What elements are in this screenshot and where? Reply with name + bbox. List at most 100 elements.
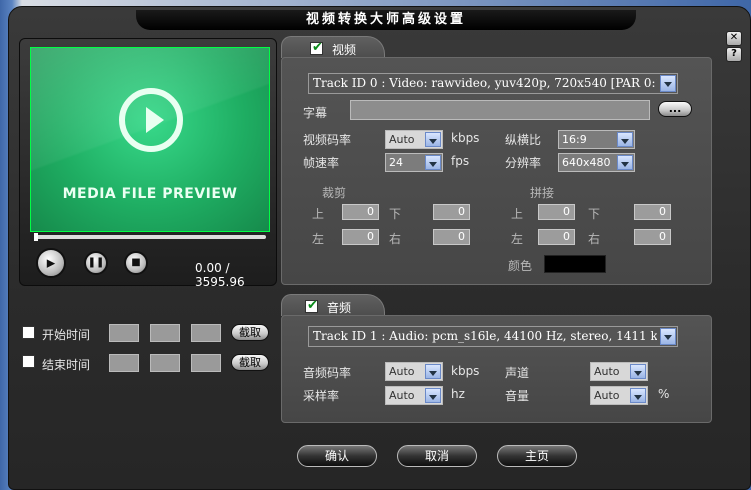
samplerate-select[interactable]: Auto (385, 386, 443, 405)
samplerate-value: Auto (389, 389, 415, 402)
aspect-ratio-value: 16:9 (562, 133, 587, 146)
start-time-checkbox[interactable] (22, 326, 35, 339)
video-track-select[interactable]: Track ID 0 : Video: rawvideo, yuv420p, 7… (308, 73, 678, 94)
aspect-ratio-select[interactable]: 16:9 (558, 130, 635, 149)
close-icon[interactable]: ✕ (726, 31, 742, 46)
time-current: 0.00 (195, 261, 222, 275)
chevron-down-icon[interactable] (425, 132, 441, 147)
start-minute-field[interactable] (150, 324, 180, 342)
end-hour-field[interactable] (109, 354, 139, 372)
pad-left-field[interactable]: 0 (538, 229, 575, 245)
volume-value: Auto (594, 389, 620, 402)
video-bitrate-value: Auto (389, 133, 415, 146)
resolution-label: 分辨率 (505, 156, 542, 170)
time-separator: / (225, 261, 230, 275)
framerate-value: 24 (389, 156, 403, 169)
chevron-down-icon[interactable] (660, 328, 676, 345)
framerate-select[interactable]: 24 (385, 153, 443, 172)
crop-bottom-label: 下 (389, 207, 402, 221)
crop-bottom-field[interactable]: 0 (433, 204, 470, 220)
help-icon[interactable]: ? (726, 47, 742, 62)
window-title: 视频转换大师高级设置 (136, 10, 636, 30)
capture-end-button[interactable]: 截取 (231, 354, 269, 371)
end-time-label: 结束时间 (42, 358, 91, 372)
audio-track-select[interactable]: Track ID 1 : Audio: pcm_s16le, 44100 Hz,… (308, 326, 678, 347)
pad-right-label: 右 (588, 232, 601, 246)
play-button[interactable]: ▶ (36, 248, 66, 278)
chevron-down-icon[interactable] (617, 132, 633, 147)
channels-label: 声道 (505, 366, 530, 380)
pad-left-label: 左 (511, 232, 524, 246)
pad-bottom-label: 下 (588, 207, 601, 221)
chevron-down-icon[interactable] (425, 364, 441, 379)
confirm-button[interactable]: 确认 (297, 445, 377, 467)
pad-right-field[interactable]: 0 (634, 229, 671, 245)
aspect-ratio-label: 纵横比 (505, 133, 542, 147)
stop-icon: ■ (131, 257, 141, 268)
channels-value: Auto (594, 365, 620, 378)
check-icon: ✔ (307, 298, 318, 313)
play-icon: ▶ (46, 256, 56, 270)
samplerate-unit: hz (451, 387, 465, 401)
end-second-field[interactable] (191, 354, 221, 372)
subtitle-browse-button[interactable]: ... (658, 101, 692, 117)
seek-bar[interactable] (34, 233, 266, 241)
seek-knob[interactable] (34, 233, 38, 241)
start-second-field[interactable] (191, 324, 221, 342)
play-overlay-icon[interactable] (119, 88, 183, 152)
chevron-down-icon[interactable] (617, 155, 633, 170)
subtitle-path-field[interactable] (350, 100, 650, 120)
pad-color-label: 颜色 (508, 259, 533, 273)
resolution-value: 640x480 (562, 156, 611, 169)
time-readout: 0.00 / 3595.96 (195, 261, 276, 289)
chevron-down-icon[interactable] (630, 388, 646, 403)
volume-select[interactable]: Auto (590, 386, 648, 405)
chevron-down-icon[interactable] (660, 75, 676, 92)
resolution-select[interactable]: 640x480 (558, 153, 635, 172)
tab-video[interactable]: ✔ 视频 (281, 36, 385, 58)
subtitle-label: 字幕 (303, 106, 328, 120)
chevron-down-icon[interactable] (425, 388, 441, 403)
chevron-down-icon[interactable] (425, 155, 441, 170)
framerate-unit: fps (451, 154, 470, 168)
crop-label: 裁剪 (322, 186, 347, 200)
start-hour-field[interactable] (109, 324, 139, 342)
end-time-checkbox[interactable] (22, 355, 35, 368)
end-minute-field[interactable] (150, 354, 180, 372)
crop-top-label: 上 (312, 207, 325, 221)
audio-tab-label: 音频 (327, 301, 352, 315)
volume-unit: % (658, 387, 670, 401)
video-bitrate-select[interactable]: Auto (385, 130, 443, 149)
video-track-value: Track ID 0 : Video: rawvideo, yuv420p, 7… (313, 76, 657, 90)
audio-enable-checkbox[interactable]: ✔ (305, 298, 318, 313)
pause-button[interactable]: ❚❚ (84, 251, 108, 275)
stop-button[interactable]: ■ (124, 251, 148, 275)
pad-label: 拼接 (530, 186, 555, 200)
pause-icon: ❚❚ (87, 257, 105, 268)
preview-placeholder-text: MEDIA FILE PREVIEW (62, 186, 238, 202)
tab-audio[interactable]: ✔ 音频 (281, 294, 385, 316)
pad-color-swatch[interactable] (544, 255, 606, 273)
time-total: 3595.96 (195, 275, 245, 289)
crop-left-field[interactable]: 0 (342, 229, 379, 245)
capture-start-button[interactable]: 截取 (231, 324, 269, 341)
audio-bitrate-select[interactable]: Auto (385, 362, 443, 381)
pad-bottom-field[interactable]: 0 (634, 204, 671, 220)
video-bitrate-unit: kbps (451, 131, 480, 145)
audio-track-value: Track ID 1 : Audio: pcm_s16le, 44100 Hz,… (313, 329, 657, 343)
crop-right-label: 右 (389, 232, 402, 246)
start-time-label: 开始时间 (42, 328, 91, 342)
video-bitrate-label: 视频码率 (303, 133, 352, 147)
cancel-button[interactable]: 取消 (397, 445, 477, 467)
crop-top-field[interactable]: 0 (342, 204, 379, 220)
preview-screen: MEDIA FILE PREVIEW (30, 47, 270, 232)
video-tab-label: 视频 (332, 43, 357, 57)
pad-top-label: 上 (511, 207, 524, 221)
crop-left-label: 左 (312, 232, 325, 246)
crop-right-field[interactable]: 0 (433, 229, 470, 245)
channels-select[interactable]: Auto (590, 362, 648, 381)
home-button[interactable]: 主页 (497, 445, 577, 467)
pad-top-field[interactable]: 0 (538, 204, 575, 220)
video-enable-checkbox[interactable]: ✔ (310, 40, 323, 55)
chevron-down-icon[interactable] (630, 364, 646, 379)
